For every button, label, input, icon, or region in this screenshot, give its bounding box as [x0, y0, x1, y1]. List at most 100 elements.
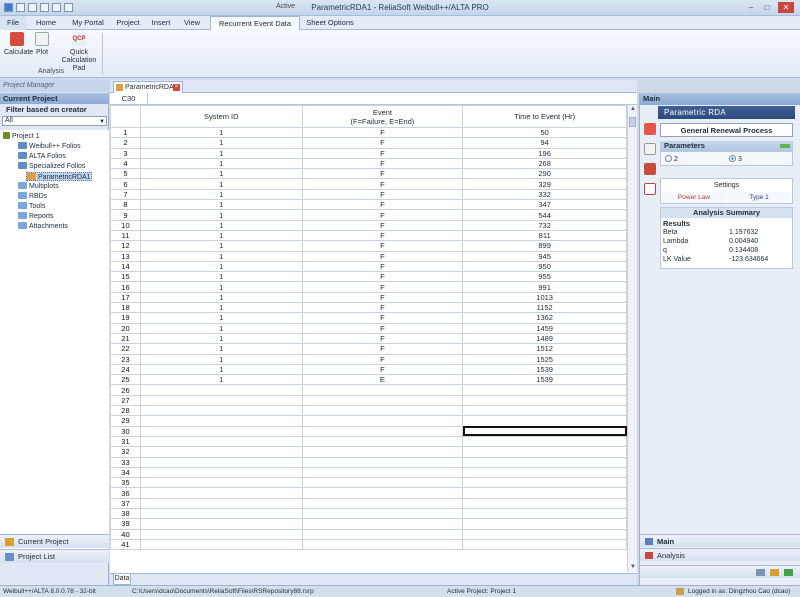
row-number[interactable]: 2	[110, 137, 141, 149]
clock-icon[interactable]	[644, 183, 656, 195]
plot-button[interactable]: Plot	[32, 32, 52, 57]
cell-reference-box[interactable]: C30	[110, 93, 148, 105]
event-cell[interactable]: E	[301, 374, 464, 386]
tree-item-parametric-rda1[interactable]: ParametricRDA1	[26, 172, 92, 181]
nav-project-list[interactable]: Project List	[0, 549, 109, 563]
event-cell[interactable]	[301, 466, 464, 479]
calculate-button[interactable]: Calculate	[4, 32, 33, 57]
row-number[interactable]: 24	[110, 363, 141, 376]
time-cell[interactable]	[462, 528, 627, 540]
row-number[interactable]: 12	[110, 240, 141, 252]
time-cell[interactable]: 1525	[462, 353, 627, 365]
row-number[interactable]: 14	[110, 260, 141, 273]
time-cell[interactable]	[462, 456, 627, 468]
corner-cell[interactable]	[110, 105, 141, 128]
system-id-cell[interactable]	[139, 394, 303, 407]
system-id-cell[interactable]	[139, 518, 303, 530]
system-id-cell[interactable]: 1	[139, 240, 303, 252]
scroll-up-icon[interactable]: ▲	[628, 105, 638, 114]
event-cell[interactable]: F	[301, 353, 464, 365]
tree-item-alta-folios[interactable]: ALTA Folios	[18, 152, 66, 161]
time-cell[interactable]: 1489	[462, 332, 627, 345]
system-id-cell[interactable]: 1	[139, 147, 303, 159]
event-cell[interactable]: F	[301, 343, 464, 355]
row-number[interactable]: 19	[110, 312, 141, 324]
event-cell[interactable]: F	[301, 312, 464, 324]
system-id-cell[interactable]: 1	[139, 322, 303, 334]
system-id-cell[interactable]: 1	[139, 312, 303, 324]
system-id-cell[interactable]	[139, 538, 303, 551]
row-number[interactable]: 5	[110, 168, 141, 180]
row-number[interactable]: 38	[110, 507, 141, 520]
tab-sheet-options[interactable]: Sheet Options	[304, 16, 356, 30]
setting-type-1[interactable]: Type 1	[727, 192, 791, 203]
row-number[interactable]: 1	[110, 126, 141, 139]
time-cell[interactable]: 290	[462, 168, 627, 180]
time-cell[interactable]: 991	[462, 281, 627, 293]
event-cell[interactable]: F	[301, 250, 464, 262]
creator-filter-select[interactable]: All ▼	[2, 116, 107, 126]
tree-item-attachments[interactable]: Attachments	[18, 222, 68, 231]
event-cell[interactable]: F	[301, 332, 464, 345]
time-cell[interactable]	[462, 425, 627, 437]
row-number[interactable]: 8	[110, 199, 141, 211]
system-id-cell[interactable]: 1	[139, 188, 303, 201]
event-cell[interactable]: F	[301, 363, 464, 376]
event-cell[interactable]	[301, 528, 464, 540]
row-number[interactable]: 18	[110, 302, 141, 314]
close-icon[interactable]: ✕	[778, 2, 794, 13]
event-cell[interactable]: F	[301, 322, 464, 334]
time-cell[interactable]: 1152	[462, 302, 627, 314]
param-radio-2[interactable]: 2	[665, 155, 678, 164]
row-number[interactable]: 15	[110, 271, 141, 283]
row-number[interactable]: 13	[110, 250, 141, 262]
system-id-cell[interactable]	[139, 507, 303, 520]
event-cell[interactable]: F	[301, 209, 464, 221]
transfer-icon[interactable]	[770, 569, 779, 576]
event-cell[interactable]	[301, 405, 464, 417]
time-cell[interactable]: 94	[462, 137, 627, 149]
system-id-cell[interactable]: 1	[139, 137, 303, 149]
system-id-cell[interactable]	[139, 446, 303, 458]
row-number[interactable]: 32	[110, 446, 141, 458]
row-number[interactable]: 22	[110, 343, 141, 355]
row-number[interactable]: 21	[110, 332, 141, 345]
time-cell[interactable]	[462, 497, 627, 509]
time-cell[interactable]: 332	[462, 188, 627, 201]
event-cell[interactable]: F	[301, 188, 464, 201]
system-id-cell[interactable]	[139, 405, 303, 417]
time-cell[interactable]: 347	[462, 199, 627, 211]
time-cell[interactable]	[462, 518, 627, 530]
tab-view[interactable]: View	[178, 16, 206, 30]
system-id-cell[interactable]	[139, 425, 303, 437]
event-cell[interactable]	[301, 518, 464, 530]
qcp-icon[interactable]	[644, 163, 656, 175]
event-cell[interactable]: F	[301, 281, 464, 293]
event-cell[interactable]: F	[301, 147, 464, 159]
time-cell[interactable]	[462, 415, 627, 427]
quick-calculation-pad-button[interactable]: QCP Quick Calculation Pad	[56, 32, 102, 73]
time-cell[interactable]	[462, 435, 627, 448]
tree-item-weibull-folios[interactable]: Weibull++ Folios	[18, 142, 81, 151]
time-cell[interactable]: 50	[462, 126, 627, 139]
row-number[interactable]: 27	[110, 394, 141, 407]
system-id-cell[interactable]: 1	[139, 219, 303, 231]
row-number[interactable]: 10	[110, 219, 141, 231]
system-id-cell[interactable]	[139, 528, 303, 540]
row-number[interactable]: 41	[110, 538, 141, 551]
system-id-cell[interactable]: 1	[139, 353, 303, 365]
sheet-tab-data[interactable]: Data	[113, 574, 131, 585]
column-header-system-id[interactable]: System ID	[139, 105, 303, 128]
time-cell[interactable]: 899	[462, 240, 627, 252]
row-number[interactable]: 4	[110, 157, 141, 170]
system-id-cell[interactable]: 1	[139, 291, 303, 304]
column-header-event[interactable]: Event (F=Failure, E=End)	[301, 105, 464, 128]
event-cell[interactable]	[301, 538, 464, 551]
time-cell[interactable]	[462, 466, 627, 479]
event-cell[interactable]: F	[301, 229, 464, 242]
time-cell[interactable]: 544	[462, 209, 627, 221]
time-cell[interactable]	[462, 477, 627, 489]
tab-my-portal[interactable]: My Portal	[66, 16, 110, 30]
system-id-cell[interactable]: 1	[139, 281, 303, 293]
nav-analysis[interactable]: Analysis	[640, 548, 800, 561]
